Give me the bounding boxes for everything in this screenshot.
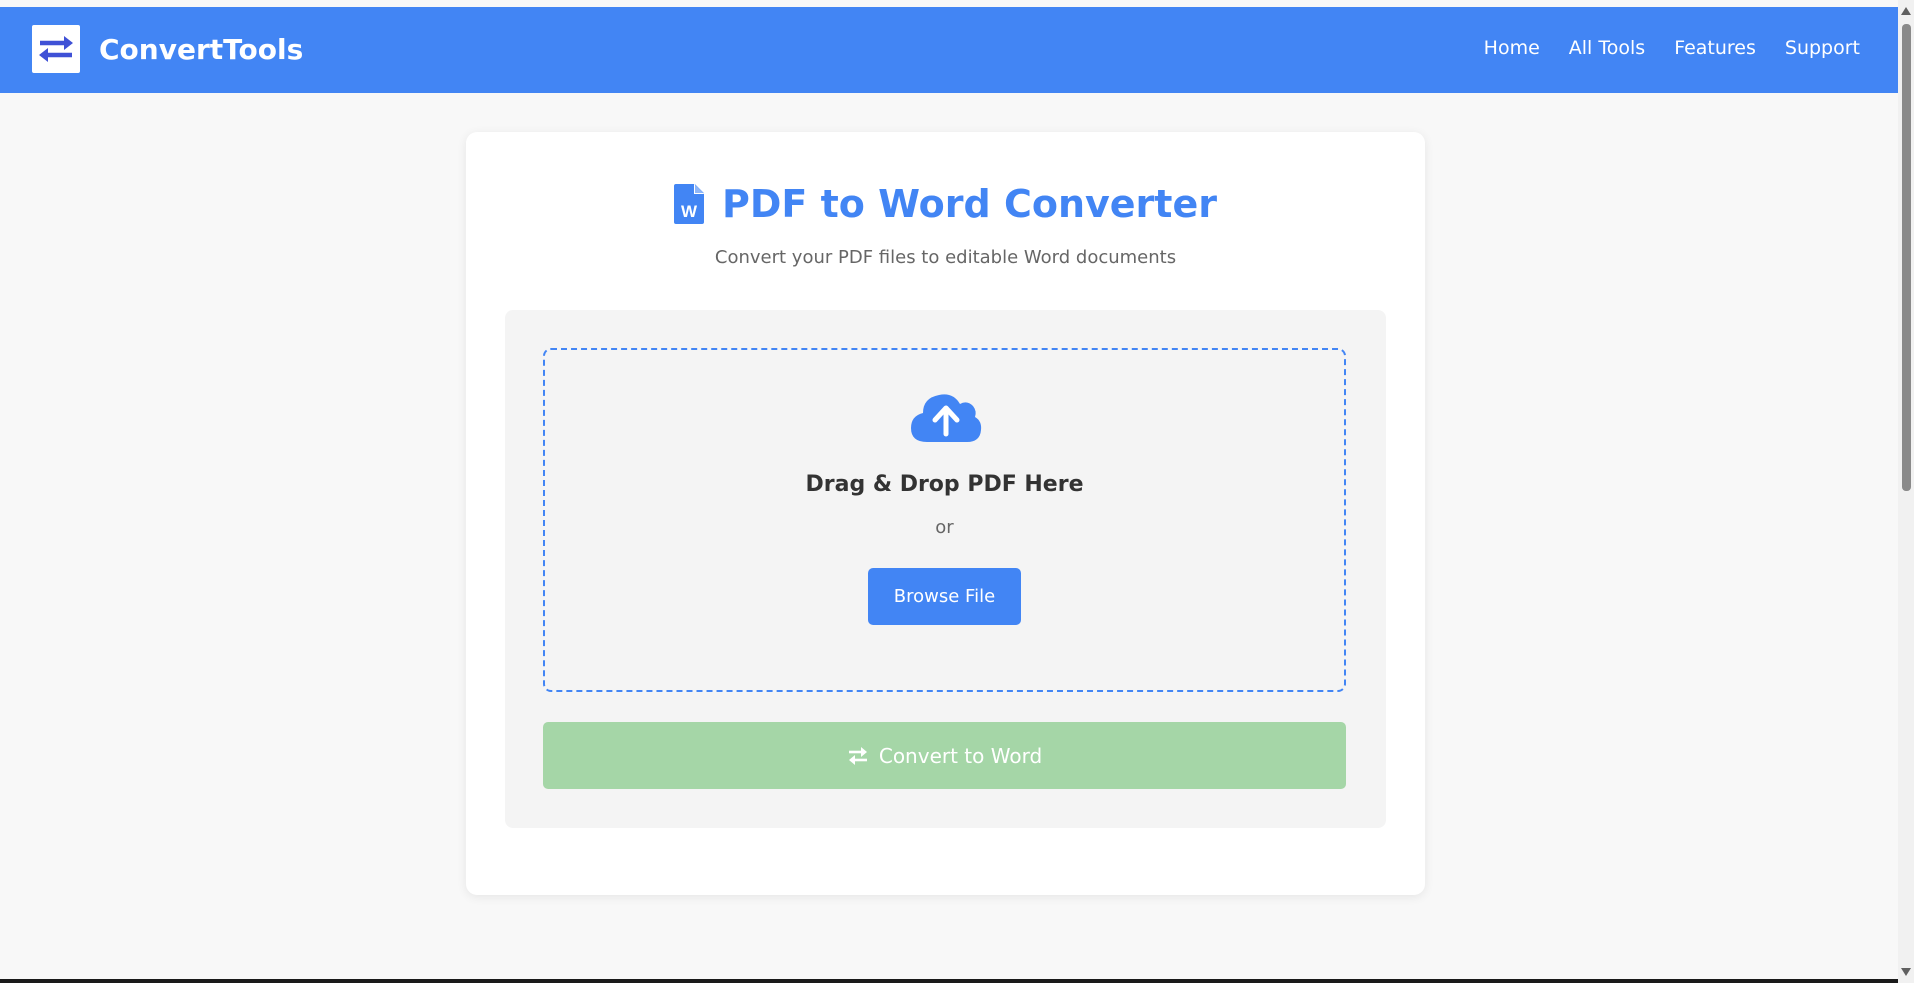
scroll-down-arrow-icon[interactable]	[1898, 964, 1914, 980]
convert-to-word-button[interactable]: Convert to Word	[543, 722, 1346, 789]
page-title: PDF to Word Converter	[722, 182, 1217, 226]
vertical-scrollbar[interactable]	[1898, 0, 1914, 983]
title-row: W PDF to Word Converter	[466, 180, 1425, 228]
nav-all-tools[interactable]: All Tools	[1569, 35, 1645, 61]
nav-support[interactable]: Support	[1785, 35, 1860, 61]
page-subtitle: Convert your PDF files to editable Word …	[714, 247, 1177, 268]
site-header: ConvertTools Home All Tools Features Sup…	[0, 7, 1898, 93]
drop-zone[interactable]: Drag & Drop PDF Here or Browse File	[543, 348, 1346, 692]
word-file-icon: W	[674, 184, 705, 224]
upload-panel: Drag & Drop PDF Here or Browse File Conv…	[505, 310, 1386, 828]
nav-features[interactable]: Features	[1674, 35, 1756, 61]
exchange-arrows-icon	[848, 746, 867, 765]
or-separator: or	[935, 517, 954, 538]
converter-card: W PDF to Word Converter Convert your PDF…	[466, 132, 1425, 895]
drop-zone-title: Drag & Drop PDF Here	[805, 472, 1084, 497]
bottom-edge	[0, 979, 1898, 983]
brand-name[interactable]: ConvertTools	[99, 32, 303, 68]
convert-label: Convert to Word	[878, 743, 1043, 768]
cloud-upload-icon	[911, 394, 982, 442]
logo[interactable]	[32, 25, 80, 73]
svg-text:W: W	[681, 202, 698, 221]
scrollbar-thumb[interactable]	[1902, 24, 1911, 491]
main-nav: Home All Tools Features Support	[1455, 35, 1860, 61]
top-strip	[0, 0, 1898, 7]
scroll-up-arrow-icon[interactable]	[1898, 3, 1914, 19]
browser-viewport: ConvertTools Home All Tools Features Sup…	[0, 0, 1914, 983]
exchange-arrows-icon	[39, 36, 73, 62]
nav-home[interactable]: Home	[1484, 35, 1540, 61]
browse-file-button[interactable]: Browse File	[868, 568, 1021, 625]
